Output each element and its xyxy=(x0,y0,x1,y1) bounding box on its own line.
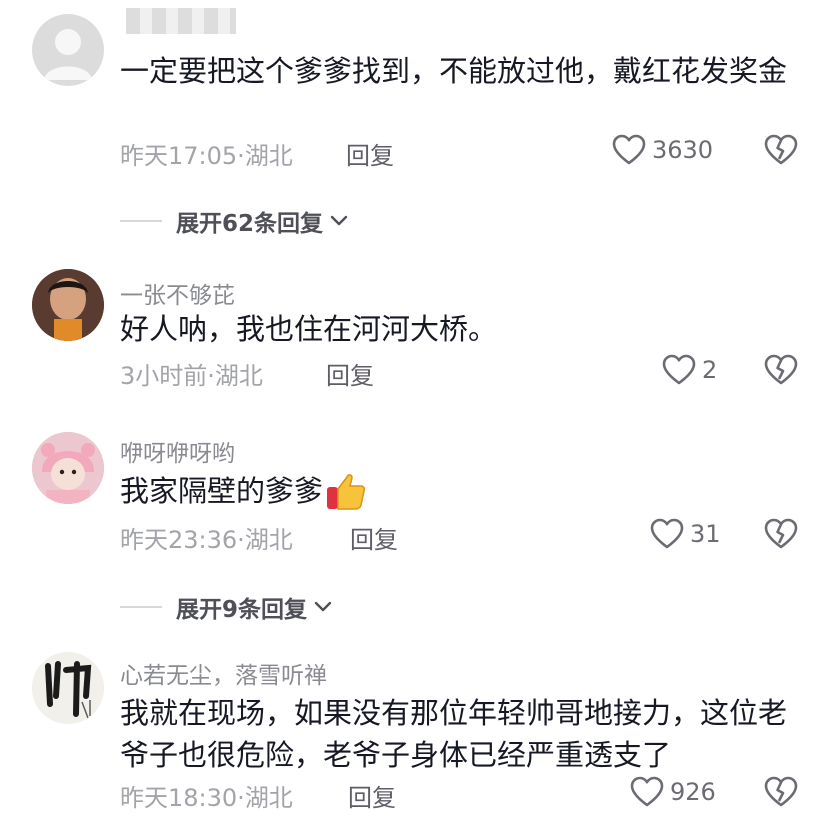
baby-portrait-image xyxy=(32,432,104,504)
comment-location: 湖北 xyxy=(214,362,263,390)
avatar-default[interactable] xyxy=(32,14,104,86)
heart-icon xyxy=(630,776,664,807)
comment-time: 昨天23:36 xyxy=(120,526,238,554)
reply-button[interactable]: 回复 xyxy=(326,356,374,391)
avatar-child-photo[interactable] xyxy=(32,269,104,341)
comment-location: 湖北 xyxy=(244,526,293,554)
meta-separator: · xyxy=(237,784,245,812)
broken-heart-icon xyxy=(764,354,798,385)
comment-time: 昨天17:05 xyxy=(120,142,238,170)
heart-icon xyxy=(612,134,646,165)
dislike-button[interactable] xyxy=(764,518,798,550)
comment-meta: 3小时前·湖北 xyxy=(120,356,263,391)
comment-location: 湖北 xyxy=(244,784,293,812)
meta-separator: · xyxy=(207,362,215,390)
broken-heart-icon xyxy=(764,134,798,165)
comment-time: 昨天18:30 xyxy=(120,784,238,812)
dislike-button[interactable] xyxy=(764,354,798,386)
broken-heart-icon xyxy=(764,518,798,549)
comment-text: 我就在现场，如果没有那位年轻帅哥地接力，这位老爷子也很危险，老爷子身体已经严重透… xyxy=(120,696,788,772)
comment-text-content: 我家隔壁的爹爹 xyxy=(120,474,324,508)
comment-meta: 昨天17:05·湖北 xyxy=(120,136,293,171)
comment-meta: 昨天18:30·湖北 xyxy=(120,778,293,813)
like-count: 926 xyxy=(670,778,716,806)
heart-icon xyxy=(650,518,684,549)
like-button[interactable]: 31 xyxy=(650,518,721,550)
thumbs-up-emoji-icon xyxy=(327,474,366,510)
like-button[interactable]: 3630 xyxy=(612,134,713,166)
expand-label: 展开62条回复 xyxy=(176,211,324,237)
meta-separator: · xyxy=(237,526,245,554)
reply-button[interactable]: 回复 xyxy=(348,778,396,813)
divider-line xyxy=(120,220,162,222)
avatar-calligraphy[interactable] xyxy=(32,652,104,724)
avatar-baby-photo[interactable] xyxy=(32,432,104,504)
reply-button[interactable]: 回复 xyxy=(350,520,398,555)
calligraphy-avatar-image xyxy=(32,652,104,724)
chevron-down-icon xyxy=(330,215,348,226)
divider-line xyxy=(120,606,162,608)
username-blurred[interactable] xyxy=(126,8,236,34)
like-button[interactable]: 926 xyxy=(630,776,716,808)
expand-replies-button[interactable]: 展开62条回复 xyxy=(120,204,349,238)
like-count: 3630 xyxy=(652,136,714,164)
child-portrait-image xyxy=(32,269,104,341)
comment-meta: 昨天23:36·湖北 xyxy=(120,520,293,555)
default-user-icon xyxy=(44,29,92,80)
expand-label: 展开9条回复 xyxy=(176,597,308,623)
heart-icon xyxy=(662,354,696,385)
expand-replies-button[interactable]: 展开9条回复 xyxy=(120,590,333,624)
like-button[interactable]: 2 xyxy=(662,354,717,386)
comment-text: 一定要把这个爹爹找到，不能放过他，戴红花发奖金 xyxy=(120,54,788,88)
comment-text: 我家隔壁的爹爹 xyxy=(120,470,800,512)
dislike-button[interactable] xyxy=(764,134,798,166)
like-count: 2 xyxy=(702,356,718,384)
comment-time: 3小时前 xyxy=(120,362,208,390)
meta-separator: · xyxy=(237,142,245,170)
reply-button[interactable]: 回复 xyxy=(346,136,394,171)
dislike-button[interactable] xyxy=(764,776,798,808)
chevron-down-icon xyxy=(314,601,332,612)
broken-heart-icon xyxy=(764,776,798,807)
username[interactable]: 心若无尘，落雪听禅 xyxy=(120,656,327,690)
username[interactable]: 咿呀咿呀哟 xyxy=(120,434,235,468)
like-count: 31 xyxy=(690,520,721,548)
comment-location: 湖北 xyxy=(244,142,293,170)
comment-text: 好人呐，我也住在河河大桥。 xyxy=(120,312,498,346)
username[interactable]: 一张不够芘 xyxy=(120,276,235,310)
